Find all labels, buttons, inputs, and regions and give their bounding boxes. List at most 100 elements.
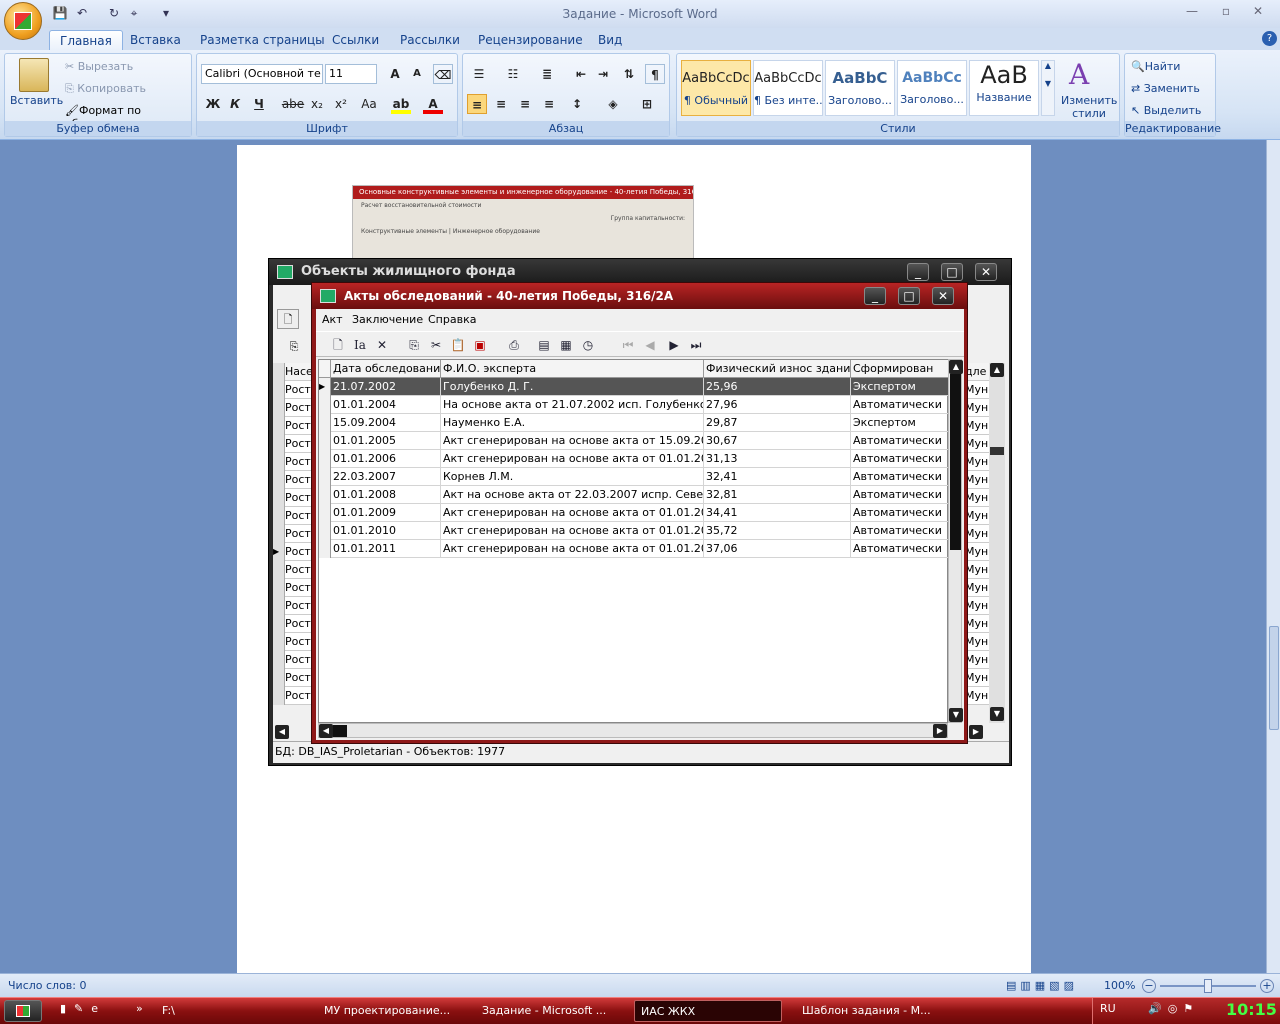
timer-icon[interactable]: ◷ xyxy=(578,335,598,355)
scroll-thumb[interactable] xyxy=(333,725,347,737)
scroll-up-icon[interactable]: ▲ xyxy=(990,363,1004,377)
scroll-thumb[interactable] xyxy=(1269,626,1279,730)
list-item[interactable]: Рост xyxy=(273,399,313,417)
next-record-icon[interactable]: ▶ xyxy=(664,335,684,355)
list-item[interactable]: Рост xyxy=(273,381,313,399)
list-item[interactable]: Рост xyxy=(273,507,313,525)
change-styles-icon[interactable]: A xyxy=(1069,58,1089,91)
superscript-button[interactable]: x² xyxy=(331,94,351,114)
highlight-icon[interactable]: ab xyxy=(391,94,411,114)
style-heading1[interactable]: AaBbC Заголово... xyxy=(825,60,895,116)
list-item[interactable]: Муни xyxy=(965,669,989,687)
underline-button[interactable]: Ч xyxy=(249,94,269,114)
scroll-down-icon[interactable]: ▼ xyxy=(990,707,1004,721)
list-item[interactable]: Муни xyxy=(965,615,989,633)
list-item[interactable]: Рост xyxy=(273,633,313,651)
embedded-screenshot[interactable]: Основные конструктивные элементы и инжен… xyxy=(352,185,694,265)
zoom-thumb[interactable] xyxy=(1204,979,1212,993)
table-row[interactable]: 01.01.2004 На основе акта от 21.07.2002 и… xyxy=(319,396,949,414)
borders-icon[interactable]: ⊞ xyxy=(637,94,657,114)
close-icon[interactable]: ✕ xyxy=(975,263,997,281)
maximize-icon[interactable]: ▫ xyxy=(1214,4,1238,20)
list-item[interactable]: Муни xyxy=(965,687,989,705)
sort-icon[interactable]: ⇅ xyxy=(619,64,639,84)
list-item[interactable]: Рост xyxy=(273,615,313,633)
list-item[interactable]: Рост xyxy=(273,687,313,705)
list-item[interactable]: Рост xyxy=(273,561,313,579)
select-button[interactable]: ↖ Выделить xyxy=(1131,104,1201,117)
taskbar-item-explorer[interactable]: F:\ xyxy=(156,1000,306,1022)
start-button[interactable] xyxy=(4,1000,42,1022)
word-count[interactable]: Число слов: 0 xyxy=(8,974,87,998)
list-item[interactable]: Муни xyxy=(965,507,989,525)
list-item[interactable]: Муни xyxy=(965,399,989,417)
cut-icon[interactable]: ✂ xyxy=(426,335,446,355)
taskbar-item-mu[interactable]: МУ проектирование... xyxy=(318,1000,468,1022)
column-header-wear[interactable]: Физический износ здания xyxy=(704,360,851,378)
list-item[interactable]: Муни xyxy=(965,471,989,489)
scroll-left-icon[interactable]: ◀ xyxy=(319,724,333,738)
export-icon[interactable]: ▤ xyxy=(534,335,554,355)
scroll-right-icon[interactable]: ▶ xyxy=(933,724,947,738)
menu-conclusion[interactable]: Заключение xyxy=(348,311,427,329)
list-item[interactable]: Муни xyxy=(965,597,989,615)
list-item[interactable]: Рост xyxy=(273,579,313,597)
print-icon[interactable]: ⎙ xyxy=(504,335,524,355)
list-item[interactable]: Рост xyxy=(273,597,313,615)
list-item[interactable]: Муни xyxy=(965,381,989,399)
new-icon[interactable]: 🗋 xyxy=(328,335,348,355)
bold-button[interactable]: Ж xyxy=(203,94,223,114)
list-item[interactable]: Муни xyxy=(965,489,989,507)
close-icon[interactable]: ✕ xyxy=(1246,4,1270,20)
edit-icon[interactable]: Ia xyxy=(350,335,370,355)
delete-record-icon[interactable]: ▣ xyxy=(470,335,490,355)
list-item[interactable]: Муни xyxy=(965,651,989,669)
style-no-spacing[interactable]: AaBbCcDc ¶ Без инте... xyxy=(753,60,823,116)
taskbar-item-template[interactable]: Шаблон задания - М... xyxy=(796,1000,946,1022)
list-item[interactable]: Муни xyxy=(965,525,989,543)
tab-view[interactable]: Вид xyxy=(588,30,632,50)
list-item[interactable]: Рост xyxy=(273,669,313,687)
align-left-icon[interactable]: ≡ xyxy=(467,94,487,114)
column-header-date[interactable]: Дата обследования xyxy=(331,360,441,378)
scroll-up-icon[interactable]: ▲ xyxy=(949,360,963,374)
list-item[interactable]: Рост xyxy=(273,471,313,489)
list-item[interactable]: Муни xyxy=(965,543,989,561)
paste-icon[interactable]: 📋 xyxy=(448,335,468,355)
style-heading2[interactable]: AaBbCc Заголово... xyxy=(897,60,967,116)
change-case-button[interactable]: Aa xyxy=(357,94,381,114)
delete-icon[interactable]: ✕ xyxy=(372,335,392,355)
list-item[interactable]: Муни xyxy=(965,417,989,435)
scroll-thumb[interactable] xyxy=(950,374,961,550)
zoom-in-icon[interactable]: + xyxy=(1260,979,1274,993)
office-button[interactable] xyxy=(4,2,42,40)
list-item[interactable]: Муни xyxy=(965,633,989,651)
paste-icon[interactable] xyxy=(19,58,49,92)
tray-icons[interactable]: 🔊◎⚑ xyxy=(1148,1002,1199,1015)
quick-launch-more-icon[interactable]: » xyxy=(136,1002,143,1015)
copy-icon[interactable]: ⎘ xyxy=(404,335,424,355)
table-row[interactable]: 01.01.2010 Акт сгенерирован на основе акт… xyxy=(319,522,949,540)
taskbar-item-ias[interactable]: ИАС ЖКХ xyxy=(634,1000,782,1022)
style-normal[interactable]: AaBbCcDc ¶ Обычный xyxy=(681,60,751,116)
scroll-right-icon[interactable]: ▶ xyxy=(969,725,983,739)
grow-font-icon[interactable]: A xyxy=(385,64,405,84)
bullets-icon[interactable]: ☰ xyxy=(469,64,489,84)
find-button[interactable]: 🔍Найти xyxy=(1131,60,1180,73)
outer-vertical-scrollbar[interactable]: ▲ ▼ xyxy=(989,363,1005,723)
font-name-select[interactable]: Calibri (Основной те xyxy=(201,64,323,84)
list-item[interactable]: Муни xyxy=(965,579,989,597)
maximize-icon[interactable]: □ xyxy=(898,287,920,305)
table-row[interactable]: ▶ 21.07.2002 Голубенко Д. Г. 25,96 Экспертом xyxy=(319,378,949,396)
multilevel-icon[interactable]: ≣ xyxy=(537,64,557,84)
column-header-expert[interactable]: Ф.И.О. эксперта xyxy=(441,360,704,378)
prev-record-icon[interactable]: ◀ xyxy=(640,335,660,355)
clear-format-icon[interactable]: ⌫ xyxy=(433,64,453,84)
minimize-icon[interactable]: _ xyxy=(907,263,929,281)
font-size-select[interactable]: 11 xyxy=(325,64,377,84)
paste-button[interactable]: Вставить xyxy=(10,94,63,107)
new-icon[interactable]: 🗋 xyxy=(277,309,299,329)
menu-act[interactable]: Акт xyxy=(318,311,347,329)
tab-page-layout[interactable]: Разметка страницы xyxy=(190,30,335,50)
shading-icon[interactable]: ◈ xyxy=(603,94,623,114)
